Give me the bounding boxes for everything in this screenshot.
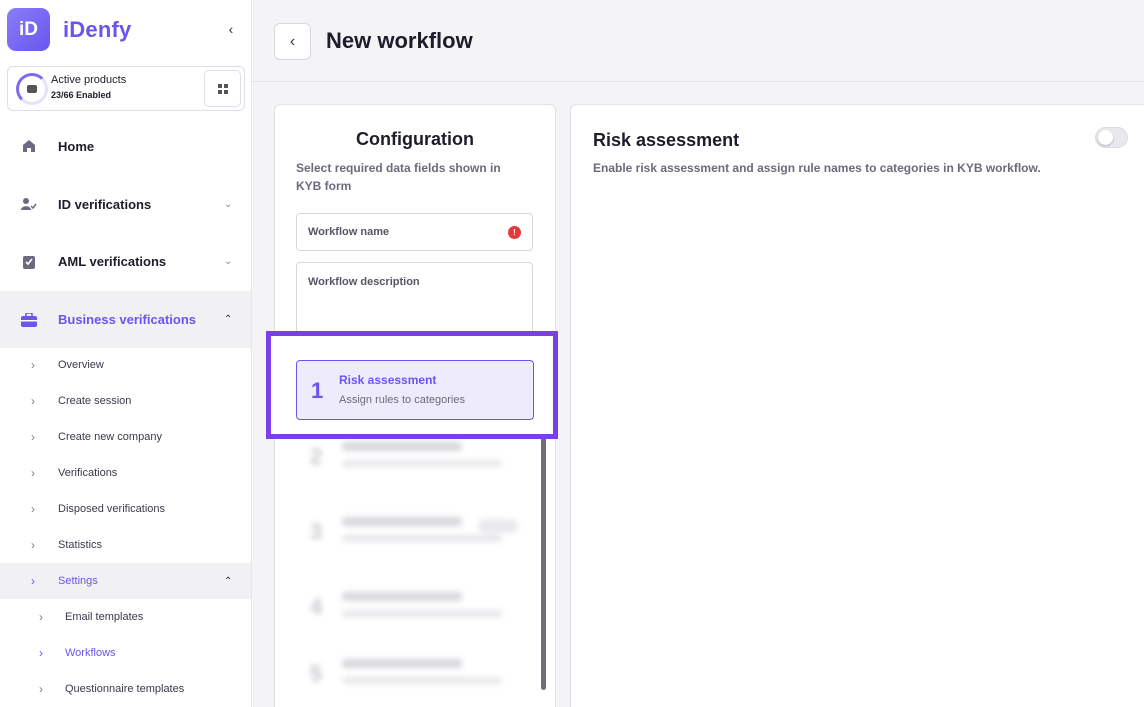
sidebar-subitem-create-new-company[interactable]: › Create new company xyxy=(0,419,251,455)
workflow-name-field[interactable]: Workflow name ! xyxy=(296,213,533,251)
configuration-title: Configuration xyxy=(356,129,474,149)
risk-assessment-panel: Risk assessment Enable risk assessment a… xyxy=(570,104,1144,707)
home-icon xyxy=(21,138,37,154)
chevron-right-icon: › xyxy=(39,646,43,660)
products-progress-icon xyxy=(16,73,48,105)
sidebar-subitem-verifications[interactable]: › Verifications xyxy=(0,455,251,491)
step-item-blurred[interactable]: 5 xyxy=(296,645,533,705)
step-item-blurred[interactable]: 4 xyxy=(296,578,533,638)
page-header: ‹ New workflow xyxy=(252,0,1144,82)
sidebar-item-home[interactable]: Home xyxy=(0,126,251,166)
sidebar-item-id-verifications[interactable]: ID verifications ⌄ xyxy=(0,184,251,224)
sidebar-item-label: AML verifications xyxy=(58,253,167,269)
sidebar-subitem-label: Verifications xyxy=(58,467,118,479)
sidebar-subitem-workflows[interactable]: › Workflows xyxy=(0,635,251,671)
sidebar-subitem-label: Create session xyxy=(58,395,132,407)
sidebar-subitem-label: Overview xyxy=(58,359,104,371)
logo-text: iDenfy xyxy=(63,16,132,42)
chevron-right-icon: › xyxy=(31,538,35,552)
briefcase-icon xyxy=(21,312,37,328)
sidebar-subitem-questionnaire-templates[interactable]: › Questionnaire templates xyxy=(0,671,251,707)
sidebar-item-aml-verifications[interactable]: AML verifications ⌄ xyxy=(0,241,251,281)
step-item-risk-assessment[interactable]: 1 Risk assessment Assign rules to catego… xyxy=(296,360,534,420)
page-title: New workflow xyxy=(326,28,473,53)
sidebar-subitem-email-templates[interactable]: › Email templates xyxy=(0,599,251,635)
toggle-knob xyxy=(1098,130,1113,145)
workflow-name-placeholder: Workflow name xyxy=(308,226,390,238)
sidebar-item-label: Home xyxy=(58,138,95,154)
clipboard-check-icon xyxy=(21,253,37,269)
chevron-up-icon: ⌃ xyxy=(224,314,233,325)
chevron-down-icon: ⌄ xyxy=(224,255,233,267)
sidebar-subitem-label: Workflows xyxy=(65,647,116,659)
chevron-right-icon: › xyxy=(31,466,35,480)
step-subtitle: Assign rules to categories xyxy=(339,394,465,406)
chevron-right-icon: › xyxy=(31,358,35,372)
user-check-icon xyxy=(21,196,37,212)
sidebar-subitem-create-session[interactable]: › Create session xyxy=(0,383,251,419)
sidebar-item-label: ID verifications xyxy=(58,196,152,212)
sidebar-item-label: Business verifications xyxy=(58,312,196,327)
chevron-right-icon: › xyxy=(31,502,35,516)
configuration-description: Select required data fields shown in KYB… xyxy=(296,161,501,193)
sidebar-subitem-label: Disposed verifications xyxy=(58,503,165,515)
risk-assessment-description: Enable risk assessment and assign rule n… xyxy=(593,161,1041,175)
sidebar-subitem-statistics[interactable]: › Statistics xyxy=(0,527,251,563)
products-title: Active products xyxy=(51,74,127,86)
step-number: 1 xyxy=(311,378,324,403)
sidebar-subitem-label: Statistics xyxy=(58,539,103,551)
products-count: 23/66 Enabled xyxy=(51,90,112,100)
risk-assessment-toggle[interactable] xyxy=(1095,127,1128,148)
grid-icon xyxy=(217,83,228,94)
sidebar-subitem-overview[interactable]: › Overview xyxy=(0,347,251,383)
sidebar-subitem-label: Questionnaire templates xyxy=(65,683,185,695)
sidebar-subitem-label: Create new company xyxy=(58,431,162,443)
workflow-description-placeholder: Workflow description xyxy=(308,276,420,288)
sidebar-subitem-disposed-verifications[interactable]: › Disposed verifications xyxy=(0,491,251,527)
brand[interactable]: iD iDenfy xyxy=(7,8,131,51)
risk-assessment-title: Risk assessment xyxy=(593,130,740,150)
sidebar-subitem-label: Settings xyxy=(58,575,98,587)
active-products-card: Active products 23/66 Enabled xyxy=(7,66,245,111)
chevron-right-icon: › xyxy=(31,574,35,588)
chevron-right-icon: › xyxy=(39,682,43,696)
products-grid-button[interactable] xyxy=(204,70,241,107)
sidebar-subitem-settings[interactable]: › Settings ⌃ xyxy=(0,563,251,599)
chevron-right-icon: › xyxy=(39,610,43,624)
chevron-right-icon: › xyxy=(31,430,35,444)
sidebar-item-business-verifications[interactable]: Business verifications ⌃ xyxy=(0,291,251,348)
back-button[interactable]: ‹ xyxy=(274,23,311,60)
workflow-description-field[interactable]: Workflow description xyxy=(296,262,533,342)
step-title: Risk assessment xyxy=(339,373,437,387)
chevron-right-icon: › xyxy=(31,394,35,408)
required-alert-icon: ! xyxy=(508,226,521,239)
chevron-down-icon: ⌄ xyxy=(224,198,233,210)
logo-mark: iD xyxy=(7,8,50,51)
sidebar-subitem-label: Email templates xyxy=(65,611,144,623)
step-item-blurred[interactable]: 3 xyxy=(296,503,533,563)
chevron-left-icon: ‹ xyxy=(289,32,296,50)
chevron-up-icon: ⌃ xyxy=(224,575,233,587)
collapse-sidebar-icon[interactable]: ‹ xyxy=(222,20,240,38)
sidebar: iD iDenfy ‹ Active products 23/66 Enable… xyxy=(0,0,252,707)
